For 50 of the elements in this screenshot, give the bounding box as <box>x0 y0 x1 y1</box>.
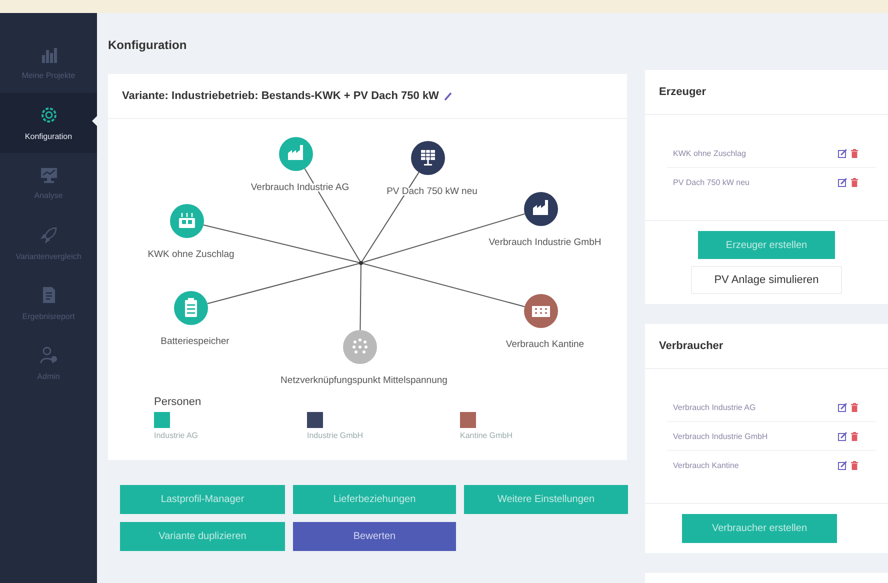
simulate-button[interactable]: PV Anlage simulieren <box>691 266 842 294</box>
generator-icon[interactable] <box>170 204 204 238</box>
edit-icon[interactable] <box>838 460 847 470</box>
legend-label: Industrie GmbH <box>307 431 364 440</box>
trash-icon[interactable] <box>851 148 858 158</box>
card-title: Erzeuger <box>659 86 706 98</box>
action-button[interactable]: Weitere Einstellungen <box>464 485 628 514</box>
card-title: Verbraucher <box>659 340 724 352</box>
list-item[interactable]: Verbrauch Industrie GmbH <box>673 432 768 440</box>
pencil-icon[interactable] <box>444 92 452 100</box>
trash-icon[interactable] <box>851 178 858 186</box>
building-icon[interactable] <box>524 294 558 328</box>
list-item[interactable]: KWK ohne Zuschlag <box>673 148 746 158</box>
variant-title: Variante: Industriebetrieb: Bestands-KWK + PV Dach 750 kW <box>122 90 439 102</box>
gear-icon <box>40 106 58 124</box>
list-item[interactable]: PV Dach 750 kW neu <box>673 178 750 186</box>
solar-panel-icon[interactable] <box>411 141 445 175</box>
node-label: KWK ohne Zuschlag <box>148 249 234 260</box>
create-button[interactable]: Erzeuger erstellen <box>698 231 835 259</box>
edit-icon[interactable] <box>838 402 847 412</box>
node-label: Netzverknüpfungspunkt Mittelspannung <box>280 375 448 386</box>
legend-title: Personen <box>154 396 202 408</box>
users-icon <box>40 346 58 364</box>
create-button[interactable]: Verbraucher erstellen <box>682 514 837 543</box>
legend-label: Industrie AG <box>154 431 198 440</box>
node-label: Verbrauch Industrie GmbH <box>488 237 602 248</box>
hub-dot <box>359 261 363 265</box>
trash-icon[interactable] <box>851 432 858 440</box>
action-button[interactable]: Lastprofil-Manager <box>120 485 285 514</box>
edit-icon[interactable] <box>838 178 847 186</box>
trash-icon[interactable] <box>851 402 858 412</box>
action-button[interactable]: Lieferbeziehungen <box>293 485 456 514</box>
node-label: Verbrauch Kantine <box>506 339 584 350</box>
legend-label: Kantine GmbH <box>460 431 512 440</box>
action-button[interactable]: Variante duplizieren <box>120 522 285 551</box>
list-item[interactable]: Verbrauch Kantine <box>673 460 739 470</box>
rocket-icon <box>40 226 58 244</box>
factory-icon[interactable] <box>524 192 558 226</box>
list-item[interactable]: Verbrauch Industrie AG <box>673 402 756 412</box>
monitor-icon <box>40 166 58 182</box>
edit-icon[interactable] <box>838 148 847 158</box>
battery-icon[interactable] <box>174 291 208 325</box>
page-title: Konfiguration <box>108 38 188 52</box>
action-button[interactable]: Bewerten <box>293 522 456 551</box>
node-label: Batteriespeicher <box>160 336 230 347</box>
trash-icon[interactable] <box>851 460 858 470</box>
edit-icon[interactable] <box>838 432 847 440</box>
sidebar-item[interactable]: Konfiguration <box>0 93 97 153</box>
document-icon <box>42 286 56 304</box>
bar-chart-icon <box>40 46 56 62</box>
